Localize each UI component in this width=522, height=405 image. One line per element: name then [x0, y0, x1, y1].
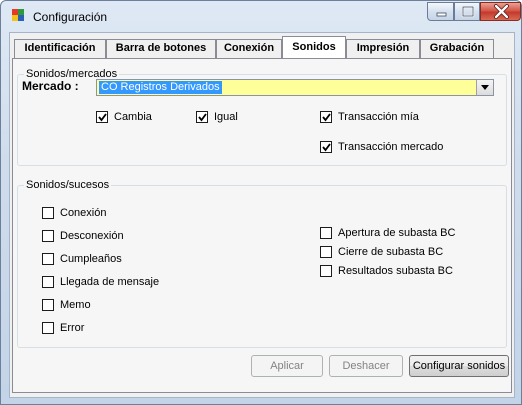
configuracion-window: Configuración Identificación Barra de bo… [0, 0, 522, 405]
tab-label: Impresión [356, 42, 410, 54]
checkbox-box[interactable] [320, 111, 332, 123]
checkbox-label: Cierre de subasta BC [338, 246, 444, 258]
tab-grabacion[interactable]: Grabación [420, 39, 494, 58]
tab-impresion[interactable]: Impresión [346, 39, 420, 58]
checkbox-resultados-subasta-bc[interactable]: Resultados subasta BC [320, 264, 453, 278]
checkbox-igual[interactable]: Igual [196, 110, 238, 124]
checkbox-error[interactable]: Error [42, 321, 84, 335]
checkmark-icon [322, 143, 331, 152]
tab-sonidos[interactable]: Sonidos [282, 36, 346, 58]
close-button[interactable] [480, 2, 521, 21]
sucesos-group-title: Sonidos/sucesos [24, 179, 112, 191]
checkbox-label: Cumpleaños [60, 253, 122, 265]
dropdown-arrow-button[interactable] [476, 80, 493, 95]
mercado-selected-value: CO Registros Derivados [99, 81, 222, 94]
checkbox-box[interactable] [42, 276, 54, 288]
checkbox-desconexion[interactable]: Desconexión [42, 229, 124, 243]
tab-label: Sonidos [292, 41, 336, 53]
checkbox-label: Igual [214, 111, 238, 123]
checkbox-box[interactable] [42, 253, 54, 265]
deshacer-button[interactable]: Deshacer [329, 355, 403, 377]
checkbox-label: Cambia [114, 111, 152, 123]
checkbox-box[interactable] [96, 111, 108, 123]
chevron-down-icon [481, 85, 489, 90]
checkbox-box[interactable] [42, 230, 54, 242]
checkbox-label: Llegada de mensaje [60, 276, 160, 288]
checkbox-box[interactable] [320, 246, 332, 258]
checkbox-cumpleanos[interactable]: Cumpleaños [42, 252, 122, 266]
checkbox-label: Memo [60, 299, 91, 311]
title-bar[interactable]: Configuración [1, 1, 521, 31]
button-label: Configurar sonidos [412, 360, 506, 372]
checkbox-label: Conexión [60, 207, 107, 219]
checkmark-icon [198, 113, 207, 122]
sonidos-panel: Sonidos/mercados Mercado : CO Registros … [12, 58, 512, 393]
close-icon [494, 4, 509, 19]
tab-label: Conexión [223, 42, 275, 54]
mercados-group: Sonidos/mercados Mercado : CO Registros … [17, 68, 507, 166]
checkbox-llegada-de-mensaje[interactable]: Llegada de mensaje [42, 275, 159, 289]
checkbox-transaccion-mia[interactable]: Transacción mía [320, 110, 419, 124]
checkbox-label: Desconexión [60, 230, 124, 242]
checkbox-conexion[interactable]: Conexión [42, 206, 106, 220]
button-label: Aplicar [270, 360, 304, 372]
checkbox-transaccion-mercado[interactable]: Transacción mercado [320, 140, 443, 154]
checkbox-label: Transacción mía [338, 111, 419, 123]
checkbox-apertura-subasta-bc[interactable]: Apertura de subasta BC [320, 226, 455, 240]
tab-label: Barra de botones [115, 42, 207, 54]
minimize-button[interactable] [427, 2, 454, 21]
dialog-client-area: Identificación Barra de botones Conexión… [9, 32, 515, 398]
tab-label: Grabación [429, 42, 485, 54]
checkbox-label: Error [60, 322, 85, 334]
app-icon [11, 9, 27, 27]
checkbox-box[interactable] [320, 227, 332, 239]
checkmark-icon [322, 113, 331, 122]
mercado-combobox[interactable]: CO Registros Derivados [96, 79, 494, 96]
checkbox-box[interactable] [320, 265, 332, 277]
aplicar-button[interactable]: Aplicar [251, 355, 323, 377]
checkbox-label: Apertura de subasta BC [338, 227, 456, 239]
checkbox-box[interactable] [42, 299, 54, 311]
tab-identificacion[interactable]: Identificación [14, 39, 106, 58]
checkbox-memo[interactable]: Memo [42, 298, 91, 312]
checkmark-icon [98, 113, 107, 122]
checkbox-label: Transacción mercado [338, 141, 444, 153]
checkbox-label: Resultados subasta BC [338, 265, 453, 277]
maximize-button[interactable] [454, 2, 480, 21]
checkbox-box[interactable] [320, 141, 332, 153]
checkbox-box[interactable] [196, 111, 208, 123]
checkbox-box[interactable] [42, 322, 54, 334]
button-label: Deshacer [342, 360, 390, 372]
tab-label: Identificación [24, 42, 96, 54]
checkbox-box[interactable] [42, 207, 54, 219]
configurar-sonidos-button[interactable]: Configurar sonidos [409, 355, 509, 377]
checkbox-cierre-subasta-bc[interactable]: Cierre de subasta BC [320, 245, 443, 259]
mercado-label: Mercado : [22, 79, 79, 93]
tab-barra-de-botones[interactable]: Barra de botones [106, 39, 216, 58]
sucesos-group: Sonidos/sucesos Conexión Desconexión Cum… [17, 179, 507, 348]
checkbox-cambia[interactable]: Cambia [96, 110, 152, 124]
tab-conexion[interactable]: Conexión [216, 39, 282, 58]
window-title: Configuración [33, 10, 108, 24]
